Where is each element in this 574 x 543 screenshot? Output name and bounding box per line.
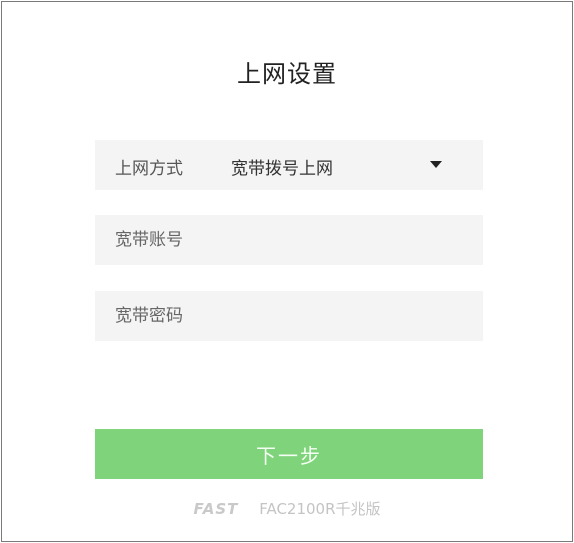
footer: FAST FAC2100R千兆版	[2, 498, 572, 519]
chevron-down-icon[interactable]	[430, 161, 442, 168]
connection-mode-select[interactable]: 上网方式 宽带拨号上网	[95, 140, 483, 190]
model-name: FAC2100R千兆版	[259, 500, 381, 518]
connection-mode-value[interactable]: 宽带拨号上网	[231, 154, 333, 179]
next-button[interactable]: 下一步	[95, 429, 483, 479]
connection-mode-label: 上网方式	[115, 159, 183, 179]
password-field[interactable]	[95, 291, 483, 341]
account-field[interactable]	[95, 215, 483, 265]
account-input[interactable]	[95, 215, 483, 265]
page-title: 上网设置	[237, 60, 337, 88]
brand-logo: FAST	[193, 500, 239, 518]
setup-panel: 上网设置 上网方式 宽带拨号上网 下一步 FAST FAC2100R千兆版	[1, 1, 573, 542]
password-input[interactable]	[95, 291, 483, 341]
